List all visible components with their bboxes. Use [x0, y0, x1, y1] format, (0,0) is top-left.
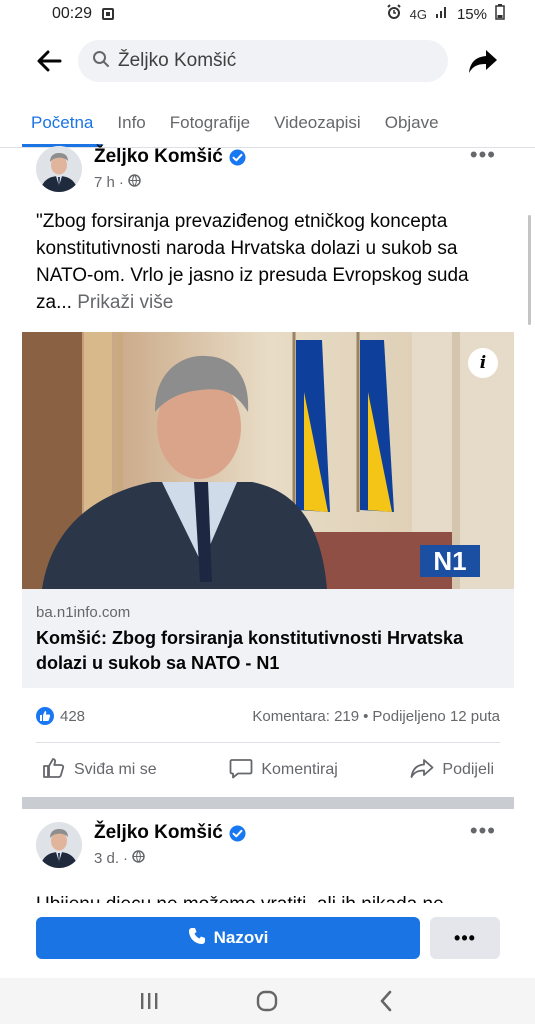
post-more-options-icon[interactable]: ••• — [470, 818, 496, 844]
tab-pocetna[interactable]: Početna — [22, 113, 103, 147]
verified-badge-icon — [229, 149, 246, 166]
n1-logo-text: N1 — [433, 546, 466, 576]
post-header: Željko Komšić 7 h · ••• — [22, 142, 514, 198]
call-label: Nazovi — [213, 928, 269, 947]
comment-button[interactable]: Komentiraj — [223, 757, 343, 784]
link-preview-image[interactable]: N1 i — [22, 332, 514, 589]
like-label: Sviđa mi se — [74, 761, 157, 778]
meta-dot: · — [118, 174, 124, 191]
top-bar: Željko Komšić — [0, 36, 535, 86]
reactions-count: 428 — [60, 707, 86, 725]
post-author-name[interactable]: Željko Komšić — [94, 822, 223, 844]
post-text: "Zbog forsiranja prevaziđenog etničkog k… — [36, 208, 506, 316]
link-title[interactable]: Komšić: Zbog forsiranja konstitutivnosti… — [36, 626, 506, 676]
like-reaction-icon — [36, 707, 54, 725]
status-bar: 00:29 4G 15% — [0, 0, 535, 28]
scrollbar-thumb[interactable] — [528, 215, 531, 325]
meta-dot: · — [123, 850, 129, 867]
tab-videozapisi[interactable]: Videozapisi — [265, 113, 370, 147]
link-preview-card[interactable]: N1 i ba.n1info.com Komšić: Zbog forsiran… — [22, 332, 514, 688]
info-icon[interactable]: i — [468, 348, 498, 378]
gallery-notification-icon — [102, 8, 115, 20]
share-button[interactable]: Podijeli — [404, 757, 500, 784]
post-header-2: Željko Komšić 3 d. · ••• — [22, 818, 514, 874]
tab-info[interactable]: Info — [108, 113, 154, 147]
home-icon[interactable] — [247, 985, 287, 1017]
comment-label: Komentiraj — [261, 761, 338, 778]
phone-icon — [188, 927, 206, 950]
tab-fotografije[interactable]: Fotografije — [161, 113, 259, 147]
battery-icon — [495, 4, 505, 24]
search-input[interactable]: Željko Komšić — [78, 40, 448, 82]
post-text-preview: Ubijenu djecu ne možemo vratiti, ali ih … — [36, 885, 506, 903]
search-icon — [92, 50, 110, 73]
tab-objave[interactable]: Objave — [376, 113, 448, 147]
verified-badge-icon — [229, 825, 246, 842]
thumbs-up-icon — [42, 757, 66, 784]
back-nav-icon[interactable] — [366, 985, 406, 1017]
counts-separator: • — [363, 707, 369, 725]
share-icon — [410, 757, 434, 784]
comment-bubble-icon — [229, 757, 253, 784]
cta-bar: Nazovi ••• — [0, 903, 535, 973]
alarm-icon — [386, 4, 402, 24]
share-label: Podijeli — [442, 761, 494, 778]
network-type-label: 4G — [409, 6, 427, 22]
profile-tabs: Početna Info Fotografije Videozapisi Obj… — [0, 100, 535, 148]
shares-count[interactable]: Podijeljeno 12 puta — [372, 708, 500, 725]
call-button[interactable]: Nazovi — [36, 917, 420, 959]
back-arrow-icon[interactable] — [34, 46, 64, 76]
post-timestamp[interactable]: 7 h — [94, 174, 115, 191]
divider — [36, 742, 500, 743]
reactions-count-group[interactable]: 428 — [36, 707, 85, 725]
link-domain: ba.n1info.com — [36, 604, 131, 621]
share-arrow-icon[interactable] — [466, 44, 500, 78]
status-time: 00:29 — [52, 5, 93, 22]
more-options-button[interactable]: ••• — [430, 917, 500, 959]
battery-label: 15% — [456, 5, 487, 23]
post-actions: Sviđa mi se Komentiraj Podijeli — [36, 752, 500, 788]
recent-apps-icon[interactable] — [129, 985, 169, 1017]
avatar[interactable] — [36, 146, 82, 192]
reactions-summary: 428 Komentara: 219 • Podijeljeno 12 puta — [36, 704, 500, 728]
globe-icon — [132, 850, 145, 867]
comments-count[interactable]: Komentara: 219 — [252, 708, 359, 725]
avatar[interactable] — [36, 822, 82, 868]
like-button[interactable]: Sviđa mi se — [36, 757, 163, 784]
globe-icon — [128, 174, 141, 191]
feed-separator — [22, 797, 514, 809]
post-more-options-icon[interactable]: ••• — [470, 142, 496, 168]
post-body-text-2: Ubijenu djecu ne možemo vratiti, ali ih … — [36, 891, 506, 903]
see-more-link[interactable]: Prikaži više — [77, 292, 173, 313]
search-query: Željko Komšić — [118, 50, 237, 71]
system-navigation-bar — [0, 978, 535, 1024]
signal-icon — [435, 5, 449, 23]
post-author-name[interactable]: Željko Komšić — [94, 146, 223, 168]
post-timestamp[interactable]: 3 d. — [94, 850, 119, 867]
